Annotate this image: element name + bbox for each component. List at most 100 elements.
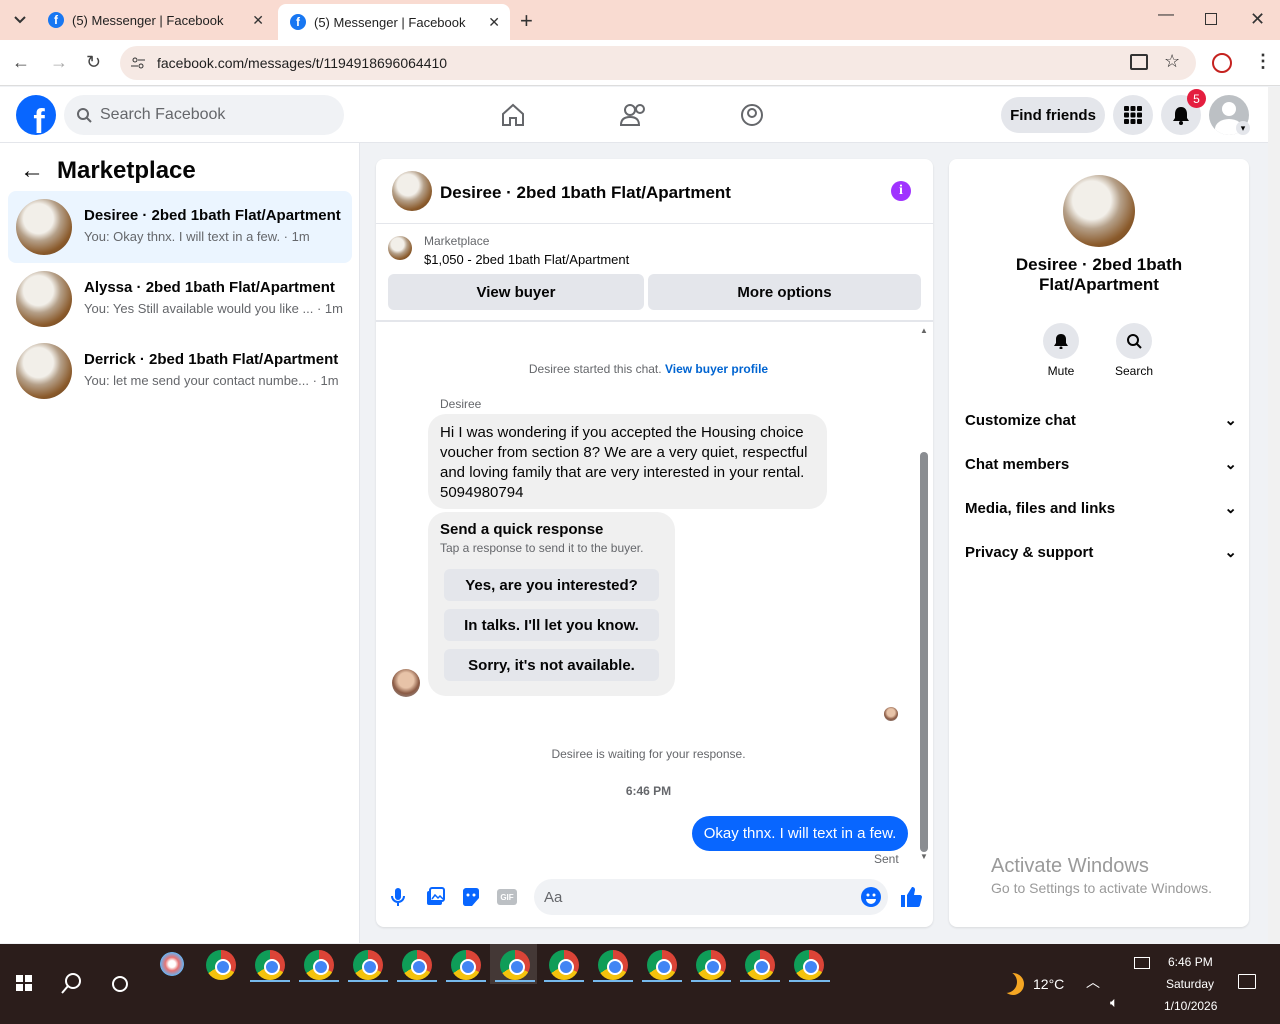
show-hidden-icons-chevron-icon[interactable]: ︿ — [1086, 972, 1100, 992]
sticker-icon[interactable] — [461, 887, 481, 907]
facebook-logo-icon[interactable]: f — [16, 95, 56, 135]
reload-icon[interactable]: ↻ — [86, 52, 101, 73]
url-text: facebook.com/messages/t/1194918696064410 — [157, 55, 448, 71]
search-icon — [77, 108, 92, 123]
photo-icon[interactable] — [425, 887, 445, 907]
emoji-icon[interactable] — [861, 887, 881, 907]
install-app-icon[interactable] — [1130, 54, 1148, 70]
bookmark-star-icon[interactable]: ☆ — [1164, 51, 1180, 72]
like-icon[interactable] — [900, 886, 922, 908]
minimize-button[interactable]: — — [1158, 6, 1174, 24]
tab-messenger-2[interactable]: f (5) Messenger | Facebook ✕ — [278, 4, 510, 40]
sidebar-title: Marketplace — [57, 157, 196, 184]
browser-menu-icon[interactable]: ⋮ — [1254, 51, 1272, 72]
volume-icon[interactable]: 🔈︎ — [1110, 994, 1118, 1011]
menu-button[interactable] — [1113, 95, 1153, 135]
chat-title[interactable]: Desiree · 2bed 1bath Flat/Apartment — [440, 183, 731, 203]
account-chevron-icon: ▾ — [1236, 121, 1250, 135]
chat-members-section[interactable]: Chat members ⌄ — [965, 452, 1237, 476]
new-tab-button[interactable]: + — [520, 8, 533, 34]
forward-arrow-icon[interactable]: → — [50, 52, 68, 73]
incoming-message-bubble: Hi I was wondering if you accepted the H… — [428, 414, 827, 509]
privacy-support-section[interactable]: Privacy & support ⌄ — [965, 540, 1237, 564]
search-input[interactable]: Search Facebook — [64, 95, 344, 135]
notification-center-icon[interactable] — [1238, 974, 1256, 989]
weather-moon-icon[interactable] — [1002, 973, 1024, 995]
app-icon[interactable] — [160, 952, 184, 976]
marketplace-sidebar: ← Marketplace Desiree · 2bed 1bath Flat/… — [0, 143, 360, 943]
taskbar-search-icon[interactable] — [61, 972, 83, 994]
cortana-icon[interactable] — [112, 976, 128, 992]
chrome-icon[interactable] — [353, 950, 383, 980]
quick-response-not-available[interactable]: Sorry, it's not available. — [444, 649, 659, 681]
chrome-icon[interactable] — [402, 950, 432, 980]
quick-response-yes[interactable]: Yes, are you interested? — [444, 569, 659, 601]
close-tab-icon[interactable]: ✕ — [252, 12, 264, 29]
quick-response-in-talks[interactable]: In talks. I'll let you know. — [444, 609, 659, 641]
windows-start-icon[interactable] — [16, 975, 32, 991]
chrome-icon[interactable] — [451, 950, 481, 980]
weather-temperature[interactable]: 12°C — [1033, 976, 1064, 992]
chrome-icon[interactable] — [549, 950, 579, 980]
scroll-thumb[interactable] — [920, 452, 928, 852]
scroll-down-arrow-icon[interactable]: ▼ — [920, 852, 928, 861]
restore-button[interactable] — [1205, 13, 1217, 25]
info-button[interactable]: i — [891, 181, 911, 201]
page-scrollbar[interactable] — [1268, 87, 1280, 943]
chevron-down-icon: ⌄ — [1224, 544, 1237, 561]
chat-avatar[interactable] — [392, 171, 432, 211]
search-placeholder: Search Facebook — [100, 106, 226, 123]
clock-time[interactable]: 6:46 PM — [1168, 955, 1213, 969]
url-bar[interactable]: facebook.com/messages/t/1194918696064410… — [120, 46, 1196, 80]
chrome-icon[interactable] — [500, 950, 530, 980]
friends-icon — [619, 104, 645, 126]
info-avatar — [1063, 175, 1135, 247]
media-files-links-section[interactable]: Media, files and links ⌄ — [965, 496, 1237, 520]
groups-nav-button[interactable] — [740, 103, 764, 132]
chat-info-panel: Desiree · 2bed 1bath Flat/Apartment Mute… — [949, 159, 1249, 927]
address-toolbar: ← → ↻ facebook.com/messages/t/1194918696… — [0, 40, 1280, 86]
chrome-icon[interactable] — [304, 950, 334, 980]
profile-icon[interactable] — [1212, 53, 1232, 73]
home-nav-button[interactable] — [500, 103, 526, 132]
network-icon[interactable] — [1134, 957, 1150, 969]
back-arrow-icon[interactable]: ← — [20, 157, 44, 185]
site-info-icon[interactable] — [130, 55, 146, 71]
message-input[interactable]: Aa — [534, 879, 888, 915]
close-window-button[interactable]: ✕ — [1250, 9, 1265, 30]
facebook-header: f Search Facebook Find friends 5 ▾ — [0, 87, 1268, 143]
chrome-icon[interactable] — [598, 950, 628, 980]
view-buyer-profile-link[interactable]: View buyer profile — [665, 362, 768, 376]
clock-date[interactable]: 1/10/2026 — [1164, 999, 1217, 1013]
messages-scrollbar[interactable]: ▲ ▼ — [918, 324, 930, 864]
chrome-icon[interactable] — [255, 950, 285, 980]
close-tab-icon[interactable]: ✕ — [488, 14, 500, 31]
more-options-button[interactable]: More options — [648, 274, 921, 310]
conversation-item[interactable]: Derrick · 2bed 1bath Flat/Apartment You:… — [8, 335, 352, 407]
view-buyer-button[interactable]: View buyer — [388, 274, 644, 310]
chrome-icon[interactable] — [696, 950, 726, 980]
gif-icon[interactable]: GIF — [497, 889, 517, 905]
chrome-icon[interactable] — [794, 950, 824, 980]
scroll-up-arrow-icon[interactable]: ▲ — [920, 326, 928, 335]
search-conversation-button[interactable]: Search — [1109, 323, 1159, 378]
notification-badge: 5 — [1187, 89, 1206, 108]
clock-day[interactable]: Saturday — [1166, 977, 1214, 991]
find-friends-button[interactable]: Find friends — [1001, 97, 1105, 133]
conversation-item[interactable]: Desiree · 2bed 1bath Flat/Apartment You:… — [8, 191, 352, 263]
tab-search-button[interactable] — [8, 8, 32, 32]
chrome-icon[interactable] — [206, 950, 236, 980]
conversation-item[interactable]: Alyssa · 2bed 1bath Flat/Apartment You: … — [8, 263, 352, 335]
facebook-favicon-icon: f — [290, 14, 306, 30]
tab-messenger-1[interactable]: f (5) Messenger | Facebook ✕ — [36, 0, 274, 40]
chrome-icon[interactable] — [647, 950, 677, 980]
customize-chat-section[interactable]: Customize chat ⌄ — [965, 408, 1237, 432]
chrome-icon[interactable] — [745, 950, 775, 980]
back-arrow-icon[interactable]: ← — [12, 52, 30, 73]
mute-button[interactable]: Mute — [1041, 323, 1081, 378]
listing-info: $1,050 - 2bed 1bath Flat/Apartment — [424, 252, 630, 267]
microphone-icon[interactable] — [391, 887, 405, 907]
friends-nav-button[interactable] — [619, 103, 648, 132]
chevron-down-icon — [14, 16, 26, 24]
home-icon — [502, 103, 524, 126]
